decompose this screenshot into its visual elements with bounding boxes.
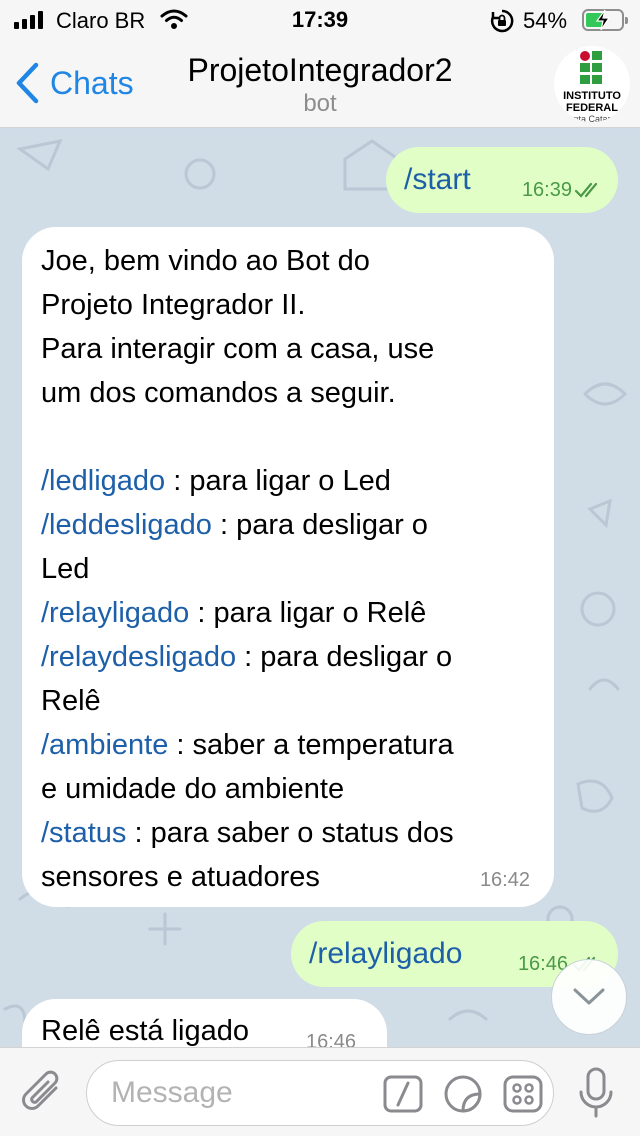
message-input[interactable] xyxy=(111,1076,371,1110)
message-incoming[interactable]: Joe, bem vindo ao Bot do Projeto Integra… xyxy=(22,227,554,907)
sticker-icon[interactable] xyxy=(443,1075,483,1113)
command-link-status[interactable]: /status xyxy=(41,817,126,849)
avatar-line1: INSTITUTO xyxy=(563,90,621,102)
attach-icon[interactable] xyxy=(20,1066,66,1120)
message-time: 16:39 xyxy=(521,179,572,201)
command-link-leddesligado[interactable]: /leddesligado xyxy=(41,509,212,541)
message-line: Para interagir com a casa, use xyxy=(41,333,435,365)
chat-area[interactable]: /start 16:39 Joe, bem vindo ao Bot do Pr… xyxy=(0,129,640,1047)
input-bar xyxy=(0,1047,640,1136)
command-description: : para ligar o Relê xyxy=(189,597,427,629)
institute-logo-icon xyxy=(580,51,602,84)
microphone-icon[interactable] xyxy=(576,1066,616,1120)
message-text: /start xyxy=(404,163,471,196)
message-line: Projeto Integrador II. xyxy=(41,289,306,321)
message-field xyxy=(86,1060,554,1126)
scroll-to-bottom-button[interactable] xyxy=(551,959,627,1035)
message-text: Relê está ligado xyxy=(41,1015,249,1047)
orientation-lock-icon xyxy=(490,9,514,33)
chevron-down-icon xyxy=(573,988,605,1005)
command-description: Relê xyxy=(41,685,101,717)
avatar[interactable]: INSTITUTO FEDERAL nta Catar xyxy=(554,46,630,122)
status-bar: Claro BR 17:39 54% xyxy=(0,0,640,40)
command-link-relayligado[interactable]: /relayligado xyxy=(41,597,189,629)
avatar-line2: FEDERAL xyxy=(566,102,618,114)
command-link-relaydesligado[interactable]: /relaydesligado xyxy=(41,641,236,673)
message-outgoing[interactable]: /start 16:39 xyxy=(386,147,618,213)
command-description: : para desligar o xyxy=(236,641,453,673)
message-time: 16:42 xyxy=(479,869,530,891)
command-description: : para saber o status dos xyxy=(126,817,454,849)
message-incoming[interactable]: Relê está ligado 16:46 xyxy=(22,999,387,1047)
battery-percent: 54% xyxy=(523,8,568,33)
chat-title[interactable]: ProjetoIntegrador2 xyxy=(0,52,640,89)
battery-icon xyxy=(582,9,628,31)
command-description: : para desligar o xyxy=(211,509,428,541)
message-time: 16:46 xyxy=(306,1031,357,1047)
message-text: /relayligado xyxy=(309,937,463,970)
command-description: Led xyxy=(41,553,90,585)
message-line: Joe, bem vindo ao Bot do xyxy=(41,245,370,277)
command-description: sensores e atuadores xyxy=(41,861,320,893)
command-link-ambiente[interactable]: /ambiente xyxy=(41,729,168,761)
charging-bolt-icon xyxy=(595,9,611,31)
command-description: e umidade do ambiente xyxy=(41,773,345,805)
avatar-line3: nta Catar xyxy=(573,114,611,122)
command-link-ledligado[interactable]: /ledligado xyxy=(41,465,165,497)
command-description: : para ligar o Led xyxy=(165,465,391,497)
command-description: : saber a temperatura xyxy=(168,729,454,761)
keyboard-grid-icon[interactable] xyxy=(503,1075,543,1113)
double-check-icon xyxy=(574,182,598,198)
top-bar: Claro BR 17:39 54% Chats ProjetoIntegrad… xyxy=(0,0,640,128)
chat-subtitle: bot xyxy=(303,90,337,117)
message-line: um dos comandos a seguir. xyxy=(41,377,396,409)
message-body: Joe, bem vindo ao Bot do Projeto Integra… xyxy=(41,239,541,899)
bot-commands-icon[interactable] xyxy=(383,1075,423,1113)
